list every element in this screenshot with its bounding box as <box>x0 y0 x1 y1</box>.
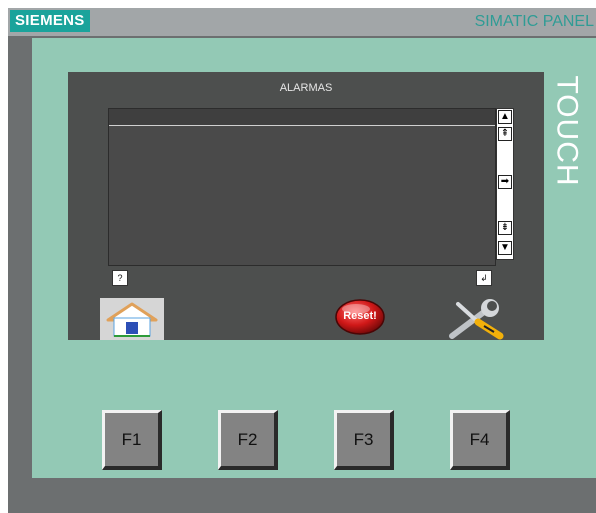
model-label: SIMATIC PANEL <box>474 13 594 30</box>
f3-key[interactable]: F3 <box>334 410 394 470</box>
f2-label: F2 <box>237 429 258 449</box>
arrow-right-glyph: ➡ <box>500 176 510 187</box>
home-button[interactable] <box>100 298 164 340</box>
reset-label: Reset! <box>343 310 377 322</box>
page-up-icon[interactable]: ⇞ <box>498 127 512 141</box>
f3-label: F3 <box>353 429 374 449</box>
arrow-down-glyph: ▼ <box>500 242 510 253</box>
top-bar: SIEMENS SIMATIC PANEL <box>8 8 596 36</box>
help-label: ? <box>117 273 123 283</box>
touch-label: TOUCH <box>546 70 588 192</box>
alarm-table-header <box>109 109 495 126</box>
page-down-icon[interactable]: ⇟ <box>498 221 512 235</box>
help-button[interactable]: ? <box>112 270 128 286</box>
enter-label: ↲ <box>480 272 488 283</box>
hmi-screen: ALARMAS ▲ ⇞ ➡ ⇟ ▼ ? ↲ Reset! <box>68 72 544 340</box>
f4-label: F4 <box>469 429 490 449</box>
arrow-right-icon[interactable]: ➡ <box>498 175 512 189</box>
f1-label: F1 <box>121 429 142 449</box>
home-icon <box>106 302 158 337</box>
arrow-down-icon[interactable]: ▼ <box>498 241 512 255</box>
tools-icon <box>449 299 504 340</box>
scroll-column: ▲ ⇞ ➡ ⇟ ▼ <box>496 108 514 260</box>
f1-key[interactable]: F1 <box>102 410 162 470</box>
reset-button[interactable]: Reset! <box>334 298 386 336</box>
page-down-glyph: ⇟ <box>500 222 510 233</box>
page-up-glyph: ⇞ <box>500 128 510 139</box>
f2-key[interactable]: F2 <box>218 410 278 470</box>
settings-button[interactable] <box>444 298 510 340</box>
touch-text: TOUCH <box>551 75 584 187</box>
hmi-device: SIEMENS SIMATIC PANEL TOUCH ALARMAS ▲ ⇞ … <box>8 8 596 513</box>
brand-logo: SIEMENS <box>10 10 90 32</box>
f4-key[interactable]: F4 <box>450 410 510 470</box>
page-title: ALARMAS <box>279 82 333 94</box>
alarm-view[interactable] <box>108 108 496 266</box>
arrow-up-glyph: ▲ <box>500 111 510 122</box>
arrow-up-icon[interactable]: ▲ <box>498 110 512 124</box>
enter-button[interactable]: ↲ <box>476 270 492 286</box>
